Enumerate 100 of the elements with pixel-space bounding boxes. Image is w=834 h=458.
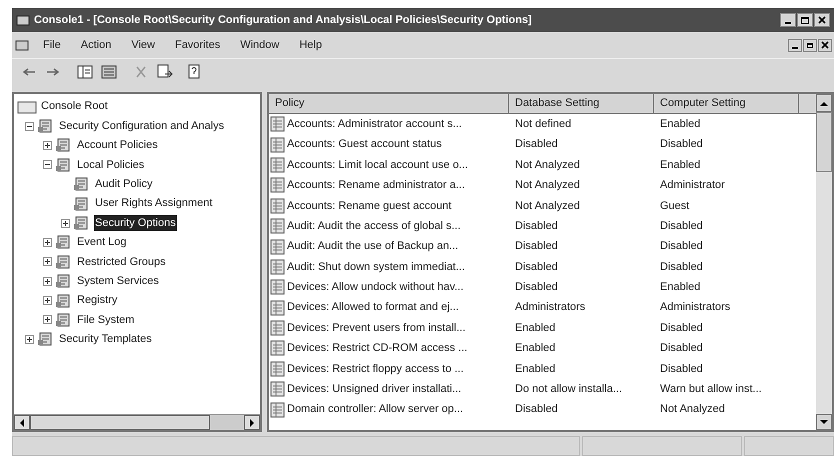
table-cell-text: Accounts: Limit local account use o... — [287, 158, 468, 173]
expand-toggle[interactable] — [61, 218, 70, 228]
table-cell-text: Enabled — [659, 158, 702, 173]
table-cell-text: Administrators — [659, 300, 732, 316]
table-cell-text: Enabled — [514, 362, 556, 377]
tree-item[interactable]: File System — [76, 312, 136, 328]
table-cell-text: Disabled — [659, 260, 704, 275]
expand-toggle[interactable] — [43, 238, 52, 247]
tree-item[interactable]: Security Configuration and Analys — [58, 118, 226, 134]
list-icon — [101, 64, 117, 78]
plus-icon — [26, 336, 33, 343]
table-cell-text: Devices: Allowed to format and ej... — [287, 300, 459, 316]
help-icon — [188, 64, 202, 80]
table-cell-text: Enabled — [659, 280, 702, 296]
scroll-thumb[interactable] — [816, 112, 832, 172]
column-header[interactable]: Policy — [269, 94, 509, 114]
table-cell-text: Not Analyzed — [659, 402, 726, 418]
expand-toggle[interactable] — [43, 140, 52, 150]
maximize-button[interactable] — [797, 13, 813, 27]
tree-item[interactable]: System Services — [76, 272, 160, 290]
expand-toggle[interactable] — [43, 276, 52, 286]
export-icon — [157, 64, 173, 80]
column-header[interactable]: Database Setting — [509, 94, 654, 114]
column-header[interactable]: Computer Setting — [654, 94, 799, 114]
window-title: Console1 - [Console Root\Security Configuration and Analysis\Local Policies\Security Options] — [34, 12, 533, 28]
table-cell-text: Accounts: Rename administrator a... — [287, 178, 465, 194]
table-cell-text: Disabled — [514, 260, 559, 275]
plus-icon — [44, 238, 51, 246]
plus-icon — [44, 258, 51, 266]
tree-item[interactable]: User Rights Assignment — [94, 195, 214, 212]
table-cell-text: Enabled — [659, 116, 702, 132]
table-cell-text: Warn but allow inst... — [659, 382, 763, 398]
table-cell-text: Disabled — [659, 137, 704, 152]
folder-icon — [17, 100, 37, 114]
table-cell-text: Devices: Restrict floppy access to ... — [287, 362, 464, 377]
table-cell-text: Disabled — [659, 218, 704, 234]
table-cell-text: Enabled — [514, 320, 556, 336]
table-cell-text: Domain controller: Allow server op... — [287, 402, 464, 418]
right-arrow-icon — [46, 66, 60, 76]
table-cell-text: Disabled — [514, 218, 559, 234]
table-cell-text: Not Analyzed — [514, 198, 581, 214]
tree-item[interactable]: Audit Policy — [94, 176, 154, 192]
table-cell-text: Devices: Restrict CD-ROM access ... — [287, 341, 468, 356]
table-cell-text: Disabled — [514, 280, 559, 296]
table-cell-text: Do not allow installa... — [514, 382, 623, 398]
collapse-toggle[interactable] — [25, 122, 34, 131]
table-cell-text: Accounts: Administrator account s... — [287, 116, 462, 132]
table-cell-text: Audit: Shut down system immediat... — [287, 260, 465, 275]
table-cell-text: Administrators — [514, 300, 586, 316]
minimize-button[interactable] — [788, 38, 802, 52]
down-arrow-icon — [820, 420, 828, 424]
expand-toggle[interactable] — [43, 257, 52, 266]
horizontal-scrollbar[interactable] — [14, 414, 260, 430]
scroll-thumb[interactable] — [30, 415, 210, 430]
tree-item[interactable]: Security Options — [94, 214, 177, 232]
cross-icon — [134, 64, 148, 78]
restore-button[interactable] — [803, 38, 817, 52]
menu-item[interactable]: Window — [233, 36, 286, 54]
left-arrow-icon — [22, 66, 36, 76]
table-cell-text: Audit: Audit the use of Backup an... — [287, 239, 458, 254]
plus-icon — [44, 316, 51, 324]
close-button[interactable] — [818, 38, 832, 52]
plus-icon — [44, 142, 51, 149]
table-cell-text: Guest — [659, 198, 690, 214]
tree-item[interactable]: Event Log — [76, 234, 128, 251]
tree-item[interactable]: Restricted Groups — [76, 254, 167, 270]
tree-item[interactable]: Console Root — [40, 98, 109, 115]
menu-item[interactable]: View — [124, 36, 162, 54]
right-arrow-icon — [249, 418, 255, 426]
collapse-toggle[interactable] — [43, 160, 52, 170]
plus-icon — [44, 297, 51, 304]
tree-item[interactable]: Registry — [76, 292, 118, 309]
table-cell-text: Not defined — [514, 116, 572, 132]
close-button[interactable] — [814, 13, 830, 27]
table-cell-text: Devices: Prevent users from install... — [287, 320, 466, 336]
expand-toggle[interactable] — [43, 315, 52, 324]
close-icon — [818, 16, 826, 24]
tree-item[interactable]: Account Policies — [76, 137, 159, 154]
minimize-button[interactable] — [780, 13, 796, 27]
table-cell-text: Devices: Allow undock without hav... — [287, 280, 464, 296]
tree-item[interactable]: Security Templates — [58, 331, 153, 348]
table-cell-text: Disabled — [659, 341, 704, 356]
vertical-scrollbar[interactable] — [816, 94, 832, 430]
menu-item[interactable]: Favorites — [168, 36, 228, 54]
table-cell-text: Not Analyzed — [514, 178, 581, 194]
menu-item[interactable]: Help — [292, 36, 329, 54]
tree-item[interactable]: Local Policies — [76, 156, 146, 174]
table-cell-text: Disabled — [514, 402, 559, 418]
table-cell-text: Audit: Audit the access of global s... — [287, 218, 461, 234]
menu-item[interactable]: File — [36, 36, 68, 54]
expand-toggle[interactable] — [25, 334, 34, 344]
table-cell-text: Accounts: Rename guest account — [287, 198, 452, 214]
table-cell-text: Disabled — [659, 239, 704, 254]
table-cell-text: Enabled — [514, 341, 556, 356]
table-cell-text: Administrator — [659, 178, 726, 194]
close-icon — [821, 41, 829, 49]
menu-item[interactable]: Action — [74, 36, 118, 54]
plus-icon — [44, 278, 51, 285]
table-cell-text: Accounts: Guest account status — [287, 137, 442, 152]
expand-toggle[interactable] — [43, 296, 52, 306]
